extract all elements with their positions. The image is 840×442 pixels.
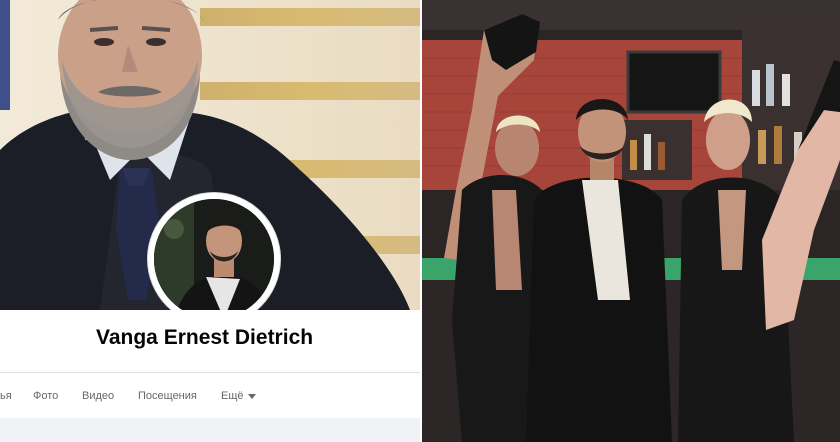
tab-friends[interactable]: ья (0, 390, 12, 402)
tab-more-label: Ещё (221, 390, 244, 402)
chevron-down-icon (247, 393, 256, 399)
bar-photo (422, 0, 840, 442)
tab-check-ins[interactable]: Посещения (138, 390, 197, 402)
tab-more[interactable]: Ещё (221, 390, 256, 402)
profile-name[interactable]: Vanga Ernest Dietrich (96, 326, 313, 350)
bar-photo-image (422, 0, 840, 442)
tab-videos[interactable]: Видео (82, 390, 114, 402)
tab-photos[interactable]: Фото (33, 390, 58, 402)
profile-picture[interactable] (154, 199, 274, 319)
divider (0, 372, 420, 373)
profile-picture-image (154, 199, 274, 319)
page-background-strip (0, 418, 420, 442)
profile-panel: Vanga Ernest Dietrich ья Фото Видео Посе… (0, 0, 420, 442)
